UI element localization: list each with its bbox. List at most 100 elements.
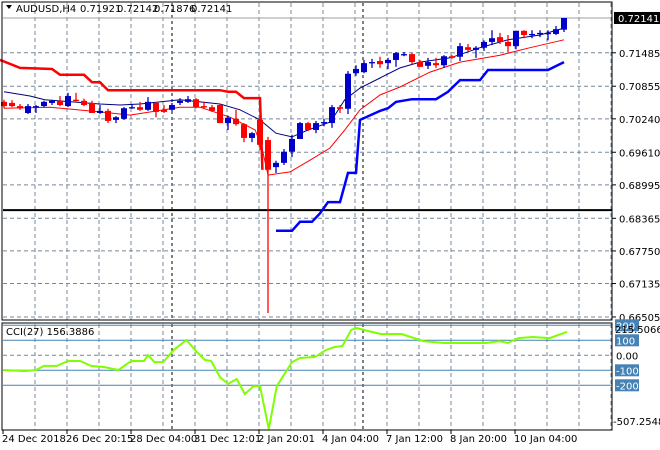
candle-body (17, 106, 23, 109)
candle-body (489, 38, 495, 42)
ohlc-open: 0.71921 (80, 4, 121, 15)
candle-body (361, 63, 367, 73)
candle-body (329, 107, 335, 124)
candle-body (249, 133, 255, 138)
candle-body (457, 46, 463, 57)
candle-body (65, 96, 71, 107)
ohlc-low: 0.71876 (154, 4, 195, 15)
bull-candle (345, 71, 351, 115)
candle-body (425, 62, 431, 66)
cci-max-label: 215.5066 (615, 325, 660, 336)
candle-body (529, 33, 535, 36)
cci-level-label: 100 (616, 336, 635, 347)
candle-body (257, 119, 263, 145)
candle-body (417, 62, 423, 67)
candle-body (393, 53, 399, 60)
time-axis-label: 2 Jan 20:01 (258, 434, 315, 445)
price-axis-label: 0.68365 (619, 214, 660, 225)
cci-level-label: -100 (616, 366, 639, 377)
candle-body (73, 99, 79, 102)
price-axis-label: 0.70240 (619, 115, 660, 126)
candle-body (433, 63, 439, 66)
candle-body (57, 100, 63, 106)
chart-window[interactable]: 0.71485 0.70855 0.70240 0.69610 0.68995 0.683… (0, 0, 660, 450)
cci-min-label: -507.2548 (613, 417, 660, 428)
candle-body (273, 162, 279, 168)
candle-body (401, 54, 407, 56)
bear-candle (305, 122, 311, 132)
candle-body (113, 117, 119, 120)
candle-body (553, 29, 559, 34)
candle-body (105, 110, 111, 121)
cci-zero-label: 0.00 (616, 351, 638, 362)
candle-body (481, 41, 487, 48)
bear-candle (217, 103, 223, 124)
time-axis-label: 4 Jan 04:00 (322, 434, 379, 445)
candle-body (137, 107, 143, 110)
cci-level-label: -200 (616, 381, 639, 392)
candle-body (201, 106, 207, 108)
candle-body (305, 123, 311, 130)
candle-body (281, 151, 287, 163)
candle-body (473, 47, 479, 50)
candle-body (177, 100, 183, 103)
bull-candle (121, 107, 127, 120)
candle-body (233, 118, 239, 125)
time-axis-label: 10 Jan 04:00 (514, 434, 577, 445)
candle-body (153, 102, 159, 112)
price-axis-label: 0.70855 (619, 82, 660, 93)
candle-body (89, 102, 95, 113)
ohlc-high: 0.72142 (117, 4, 158, 15)
bear-candle (193, 98, 199, 109)
candle-body (241, 124, 247, 138)
candle-body (345, 73, 351, 109)
candle-body (465, 47, 471, 50)
time-axis-label: 24 Dec 2018 (2, 434, 66, 445)
candle-body (353, 68, 359, 74)
candle-body (145, 101, 151, 110)
candle-body (49, 100, 55, 103)
candle-body (441, 56, 447, 66)
time-axis-label: 26 Dec 20:15 (66, 434, 133, 445)
time-axis-label: 7 Jan 12:00 (386, 434, 443, 445)
time-axis-label: 28 Dec 04:00 (130, 434, 197, 445)
time-axis-label: 8 Jan 20:00 (450, 434, 507, 445)
price-axis-label: 0.67750 (619, 247, 660, 258)
time-axis-label: 31 Dec 12:01 (194, 434, 261, 445)
candle-body (449, 56, 455, 58)
bull-candle (297, 122, 303, 139)
candle-body (297, 123, 303, 139)
price-axis-label: 0.69610 (619, 148, 660, 159)
candle-body (369, 62, 375, 64)
candle-body (185, 99, 191, 102)
symbol-title: AUDUSD,H4 (16, 4, 76, 15)
price-axis-label: 0.71485 (619, 49, 660, 60)
candle-body (121, 108, 127, 119)
candle-body (337, 107, 343, 109)
candle-body (217, 105, 223, 124)
candle-body (9, 102, 15, 107)
candle-body (97, 110, 103, 113)
candle-body (561, 17, 567, 30)
candle-body (161, 109, 167, 112)
candle-body (513, 30, 519, 47)
candle-body (505, 41, 511, 47)
candle-body (545, 32, 551, 35)
candle-body (33, 106, 39, 108)
candle-body (193, 99, 199, 108)
candle-body (225, 117, 231, 124)
ohlc-close: 0.72141 (191, 4, 232, 15)
candle-body (377, 61, 383, 65)
candle-body (129, 107, 135, 109)
price-axis-label: 0.68995 (619, 181, 660, 192)
candle-body (497, 37, 503, 42)
candle-body (537, 32, 543, 35)
candle-body (385, 59, 391, 64)
candle-body (25, 106, 31, 113)
candle-body (409, 54, 415, 63)
candle-body (169, 105, 175, 110)
candle-body (265, 140, 271, 170)
price-axis-label: 0.67135 (619, 280, 660, 291)
candle-body (41, 101, 47, 107)
bear-candle (105, 108, 111, 124)
